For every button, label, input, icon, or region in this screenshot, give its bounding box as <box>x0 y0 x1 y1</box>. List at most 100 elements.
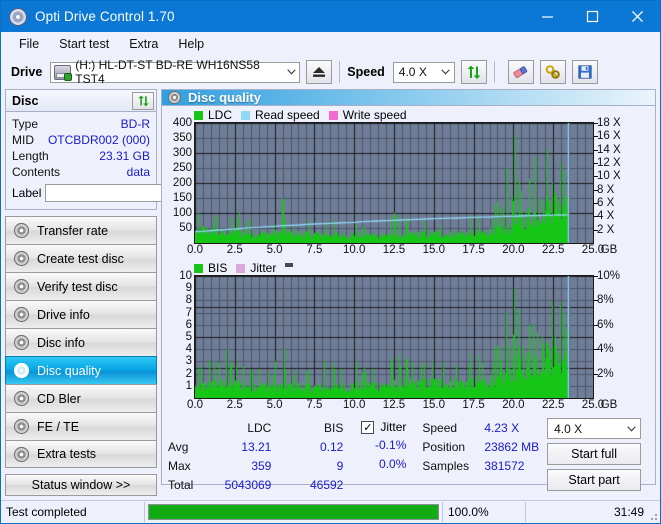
sidebar-item-label: Drive info <box>37 307 90 322</box>
refresh-button[interactable] <box>460 60 487 84</box>
sidebar-item-disc-quality[interactable]: Disc quality <box>5 356 157 384</box>
speed-select-value: 4.0 X <box>398 65 427 79</box>
sidebar-item-extra-tests[interactable]: Extra tests <box>5 440 157 468</box>
y2-tick-label: 16 X <box>597 130 621 143</box>
sidebar-item-label: Verify test disc <box>37 279 118 294</box>
legend-swatch-ldc <box>194 110 203 120</box>
y2-tick-mark <box>594 163 598 164</box>
status-window-button[interactable]: Status window >> <box>5 474 157 496</box>
ldc-plot-row: 50 100 150 200 250 300 350 400 2 X4 X6 X8 X 10 X… <box>166 117 651 244</box>
stats-row-max-key: Max <box>168 458 191 473</box>
y2-tick-label: 2 X <box>597 223 615 236</box>
main-body: Disc Type BD-R MID OTCBDR002 (000) Lengt… <box>1 89 660 496</box>
test-speed-select[interactable]: 4.0 X <box>547 418 642 439</box>
sidebar-item-verify-test-disc[interactable]: Verify test disc <box>5 272 157 300</box>
stats-row-avg-ldc: 13.21 <box>241 439 272 454</box>
legend-label-write-speed: Write speed <box>342 108 407 122</box>
start-part-button[interactable]: Start part <box>547 469 642 491</box>
y2-tick-mark <box>594 203 598 204</box>
disc-refresh-button[interactable] <box>132 91 154 110</box>
y2-tick-label: 10% <box>597 270 621 282</box>
stats-header-row: LDC BIS <box>168 418 343 437</box>
y2-tick-mark <box>594 229 598 231</box>
menu-help[interactable]: Help <box>168 34 214 54</box>
resize-grip[interactable] <box>648 511 658 521</box>
position-key: Position <box>422 439 466 454</box>
x-tick-label: 0.0 <box>187 244 203 256</box>
y-tick-label: 300 <box>172 147 192 159</box>
minimize-icon[interactable] <box>525 1 570 32</box>
y-tick-label: 100 <box>172 207 192 219</box>
sidebar-item-disc-info[interactable]: Disc info <box>5 328 157 356</box>
stats-row-max-ldc: 359 <box>251 458 272 473</box>
x-tick-label: 5.0 <box>266 399 283 411</box>
stats-col-ldc: LDC <box>247 420 272 435</box>
start-full-button[interactable]: Start full <box>547 443 642 465</box>
y2-tick-mark <box>594 189 598 191</box>
save-button[interactable] <box>571 60 598 84</box>
y-tick-label: 350 <box>172 132 192 144</box>
chevron-down-icon <box>283 69 299 75</box>
maximize-icon[interactable] <box>570 1 615 32</box>
table-row: Avg 13.21 0.12 <box>168 437 343 456</box>
x-tick-label: 10.0 <box>342 244 366 256</box>
samples-key: Samples <box>422 458 470 473</box>
disc-row-mid: MID OTCBDR002 (000) <box>12 132 150 148</box>
disc-icon <box>14 307 29 322</box>
ldc-x-axis: 0.0 2.5 5.0 7.5 10.0 12.5 15.0 17.5 20.0 22.5 25.0… <box>166 244 651 259</box>
x-tick-label: 20.0 <box>502 244 525 256</box>
x-tick-label: 15.0 <box>422 244 445 256</box>
disc-group-header: Disc <box>6 90 156 112</box>
stats-row-total-bis: 46592 <box>309 477 344 492</box>
chevron-down-icon <box>437 69 454 75</box>
disc-row-type-value: BD-R <box>120 117 150 131</box>
x-tick-label: 12.5 <box>382 244 406 256</box>
table-row: Total 5043069 46592 <box>168 475 343 494</box>
y2-tick-label: 2% <box>597 367 614 380</box>
disc-row-contents-key: Contents <box>12 165 61 179</box>
x-tick-label: 7.5 <box>306 244 323 256</box>
menu-bar: File Start test Extra Help <box>1 32 660 55</box>
y-tick-label: 2 <box>185 367 192 380</box>
sidebar-item-drive-info[interactable]: Drive info <box>5 300 157 328</box>
disc-icon <box>168 91 181 104</box>
x-tick-label: 0.0 <box>187 399 203 411</box>
y2-tick-mark <box>594 300 598 302</box>
menu-start-test[interactable]: Start test <box>49 34 119 54</box>
sidebar-item-cd-bler[interactable]: CD Bler <box>5 384 157 412</box>
y2-tick-mark <box>594 123 598 124</box>
close-icon[interactable] <box>615 1 660 32</box>
bitsetting-button[interactable] <box>539 60 566 84</box>
y2-tick-label: 8% <box>597 294 614 307</box>
drive-select-value: (H:) HL-DT-ST BD-RE WH16NS58 TST4 <box>75 58 260 86</box>
jitter-checkbox[interactable]: ✓ <box>361 420 375 434</box>
y2-tick-label: 18 X <box>597 117 621 129</box>
sidebar-item-create-test-disc[interactable]: Create test disc <box>5 244 157 272</box>
bis-y-axis: 1 2 3 4 5 6 7 8 9 10 <box>166 270 198 399</box>
sidebar-item-transfer-rate[interactable]: Transfer rate <box>5 216 157 244</box>
legend-label-bis: BIS <box>208 261 228 275</box>
test-speed-value: 4.0 X <box>554 421 583 436</box>
y-tick-label: 200 <box>172 177 192 189</box>
drive-select[interactable]: (H:) HL-DT-ST BD-RE WH16NS58 TST4 <box>50 58 301 86</box>
disc-icon <box>14 363 29 378</box>
menu-extra[interactable]: Extra <box>119 34 168 54</box>
y2-tick-label: 4 X <box>597 210 615 223</box>
x-tick-label: 17.5 <box>462 399 485 411</box>
eject-button[interactable] <box>306 60 333 84</box>
erase-button[interactable] <box>507 60 534 84</box>
status-message: Test completed <box>1 502 145 522</box>
ldc-chart-legend: LDC Read speed Write speed <box>194 108 651 122</box>
speed-select[interactable]: 4.0 X <box>392 61 455 83</box>
disc-row-length-key: Length <box>12 149 49 163</box>
menu-file[interactable]: File <box>9 34 49 54</box>
stats-header-blank <box>168 418 193 437</box>
bis-plot-row: 1 2 3 4 5 6 7 8 9 10 2% 4% 6% 8% 10% <box>166 270 651 399</box>
x-axis-unit: GB <box>600 244 618 256</box>
speed-position-column: Speed 4.23 X Position 23862 MB Samples 3… <box>422 418 539 494</box>
disc-row-contents: Contents data <box>12 164 150 180</box>
speed-value: 4.23 X <box>484 420 520 435</box>
sidebar-item-fe-te[interactable]: FE / TE <box>5 412 157 440</box>
bis-y2-axis-jitter: 2% 4% 6% 8% 10% <box>594 270 626 399</box>
sidebar-item-label: FE / TE <box>37 419 80 434</box>
